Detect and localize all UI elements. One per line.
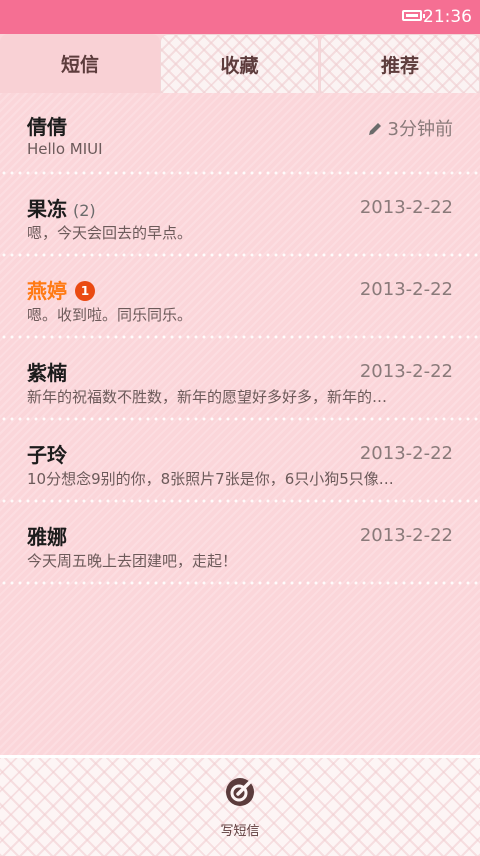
row-divider xyxy=(0,581,480,585)
message-preview: Hello MIUI xyxy=(27,140,103,158)
conversation-item[interactable]: 紫楠 2013-2-22 新年的祝福数不胜数，新年的愿望好多好多，新年的… xyxy=(0,339,480,421)
conversation-item[interactable]: 雅娜 2013-2-22 今天周五晚上去团建吧，走起！ xyxy=(0,503,480,585)
message-preview: 嗯，今天会回去的早点。 xyxy=(27,224,193,242)
status-time: 21:36 xyxy=(423,7,472,27)
unread-badge: 1 xyxy=(75,281,95,301)
pencil-icon xyxy=(368,123,381,135)
message-time-text: 3分钟前 xyxy=(387,119,453,140)
conversation-item[interactable]: 倩倩 3分钟前 Hello MIUI xyxy=(0,93,480,175)
message-preview: 新年的祝福数不胜数，新年的愿望好多好多，新年的… xyxy=(27,388,388,406)
contact-name: 燕婷 1 xyxy=(27,275,95,304)
tab-favorites[interactable]: 收藏 xyxy=(160,34,319,93)
battery-icon xyxy=(402,10,425,21)
contact-name: 果冻 (2) xyxy=(27,193,96,222)
message-preview: 10分想念9别的你，8张照片7张是你，6只小狗5只像… xyxy=(27,470,394,488)
conversation-item[interactable]: 果冻 (2) 2013-2-22 嗯，今天会回去的早点。 xyxy=(0,175,480,257)
conversation-list: 倩倩 3分钟前 Hello MIUI 果冻 (2) 2013-2-22 嗯，今天会… xyxy=(0,93,480,755)
compose-label: 写短信 xyxy=(220,824,260,839)
message-preview: 嗯。收到啦。同乐同乐。 xyxy=(27,306,193,324)
tab-messages[interactable]: 短信 xyxy=(0,34,160,93)
message-time: 2013-2-22 xyxy=(359,361,453,382)
tab-bar: 短信 收藏 推荐 xyxy=(0,34,480,93)
message-time: 3分钟前 xyxy=(368,115,453,141)
contact-name: 紫楠 xyxy=(27,361,67,385)
contact-name: 倩倩 xyxy=(27,115,67,139)
status-bar: 21:36 xyxy=(0,0,480,34)
bottom-bar: 写短信 xyxy=(0,755,480,856)
conversation-item[interactable]: 燕婷 1 2013-2-22 嗯。收到啦。同乐同乐。 xyxy=(0,257,480,339)
tab-recommended[interactable]: 推荐 xyxy=(320,34,480,93)
compose-button[interactable]: 写短信 xyxy=(210,776,270,846)
message-time: 2013-2-22 xyxy=(359,279,453,300)
message-time: 2013-2-22 xyxy=(359,443,453,464)
compose-icon xyxy=(226,778,254,806)
message-time: 2013-2-22 xyxy=(359,197,453,218)
conversation-item[interactable]: 子玲 2013-2-22 10分想念9别的你，8张照片7张是你，6只小狗5只像… xyxy=(0,421,480,503)
contact-name: 雅娜 xyxy=(27,525,67,549)
contact-name-text: 果冻 xyxy=(27,197,67,221)
message-preview: 今天周五晚上去团建吧，走起！ xyxy=(27,552,238,570)
message-time: 2013-2-22 xyxy=(359,525,453,546)
contact-name: 子玲 xyxy=(27,443,67,467)
contact-name-text: 燕婷 xyxy=(27,279,67,303)
message-count: (2) xyxy=(73,201,96,220)
